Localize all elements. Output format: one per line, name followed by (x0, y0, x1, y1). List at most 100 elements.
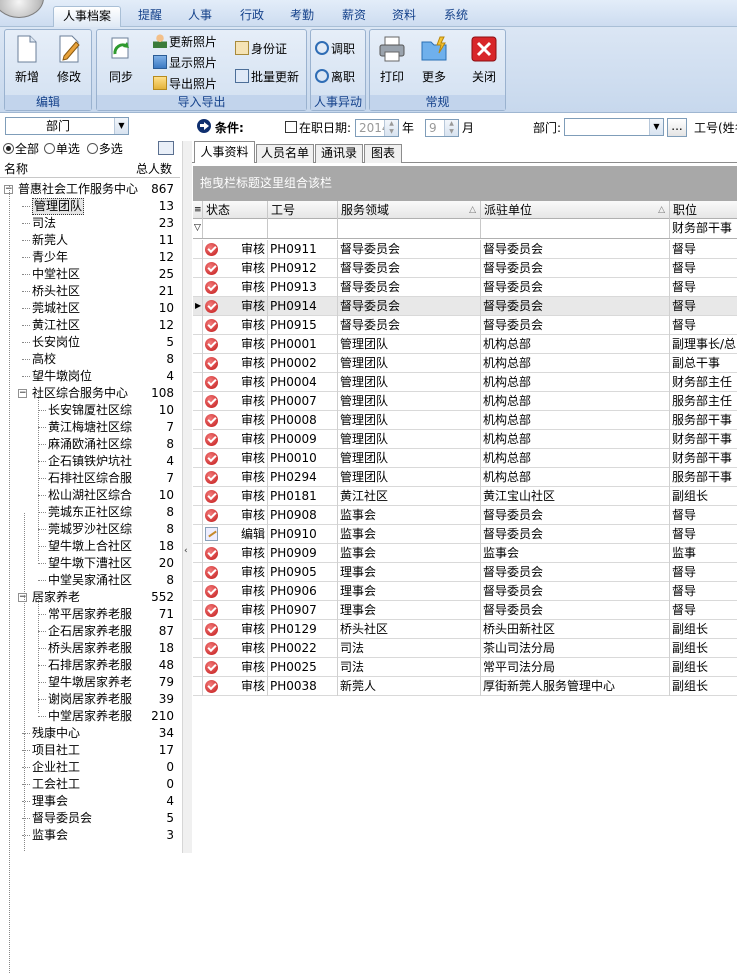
tree-node[interactable]: 望牛墩上合社区 18 (0, 538, 178, 555)
resign-button[interactable]: 离职 (315, 68, 355, 87)
table-row[interactable]: 审核 PH0129 桥头社区 桥头田新社区 副组长 (193, 620, 737, 639)
close-button[interactable]: 关闭 (464, 34, 504, 92)
tree-node[interactable]: 普惠社会工作服务中心 867− (0, 181, 178, 198)
tree-node[interactable]: 桥头居家养老服 18 (0, 640, 178, 657)
tree-node[interactable]: 谢岗居家养老服 39 (0, 691, 178, 708)
tree-node[interactable]: 中堂吴家涌社区 8 (0, 572, 178, 589)
table-row[interactable]: 审核 PH0294 管理团队 机构总部 服务部干事 (193, 468, 737, 487)
show-photo-button[interactable]: 显示照片 (153, 54, 217, 73)
tree-node[interactable]: 莞城罗沙社区综 8 (0, 521, 178, 538)
tree-node[interactable]: 桥头社区 21 (0, 283, 178, 300)
tree-node[interactable]: 石排居家养老服 48 (0, 657, 178, 674)
print-button[interactable]: 打印 (372, 34, 412, 92)
menu-tab-5[interactable]: 薪资 (332, 6, 376, 27)
tree-node[interactable]: 企业社工 0 (0, 759, 178, 776)
tree-node[interactable]: 督导委员会 5 (0, 810, 178, 827)
table-row[interactable]: 审核 PH0025 司法 常平司法分局 副组长 (193, 658, 737, 677)
transfer-button[interactable]: 调职 (315, 40, 355, 59)
tab-personnel[interactable]: 人事资料 (194, 141, 255, 163)
dept-select[interactable]: ▼ (564, 118, 664, 136)
more-button[interactable]: 更多 (414, 34, 454, 92)
tree-node[interactable]: 理事会 4 (0, 793, 178, 810)
tab-roster[interactable]: 人员名单 (256, 144, 314, 163)
table-row[interactable]: 审核 PH0004 管理团队 机构总部 财务部主任 (193, 373, 737, 392)
tree-node[interactable]: 望牛墩居家养老 79 (0, 674, 178, 691)
column-chooser-icon[interactable]: ≡ (193, 201, 203, 219)
radio-all[interactable] (3, 143, 14, 154)
app-orb-button[interactable] (0, 0, 44, 18)
tree-node[interactable]: 司法 23 (0, 215, 178, 232)
dept-combo[interactable]: 部门 ▼ (5, 117, 129, 135)
col-unit[interactable]: 派驻单位 △ (481, 201, 670, 219)
table-row[interactable]: 审核 PH0905 理事会 督导委员会 督导 (193, 563, 737, 582)
table-row[interactable]: 审核 PH0008 管理团队 机构总部 服务部干事 (193, 411, 737, 430)
tree-node[interactable]: 常平居家养老服 71 (0, 606, 178, 623)
tree-node[interactable]: 黄江梅塘社区综 7 (0, 419, 178, 436)
col-id[interactable]: 工号 (268, 201, 338, 219)
tree-options-icon[interactable] (158, 141, 174, 155)
collapse-toggle-icon[interactable]: − (18, 593, 27, 602)
table-row[interactable]: 审核 PH0909 监事会 监事会 监事 (193, 544, 737, 563)
filter-field[interactable] (338, 219, 481, 238)
table-row[interactable]: 编辑 PH0910 监事会 督导委员会 督导 (193, 525, 737, 544)
tree-node[interactable]: 望牛墩下漕社区 20 (0, 555, 178, 572)
tree-node[interactable]: 残康中心 34 (0, 725, 178, 742)
tree-node[interactable]: 石排社区综合服 7 (0, 470, 178, 487)
collapse-arrow-icon[interactable]: ‹ (184, 546, 188, 556)
tree-node[interactable]: 长安锦厦社区综 10 (0, 402, 178, 419)
tree-node[interactable]: 新莞人 11 (0, 232, 178, 249)
on-duty-checkbox[interactable] (285, 121, 297, 133)
tab-charts[interactable]: 图表 (364, 144, 402, 163)
table-row[interactable]: 审核 PH0911 督导委员会 督导委员会 督导 (193, 240, 737, 259)
table-row[interactable]: 审核 PH0907 理事会 督导委员会 督导 (193, 601, 737, 620)
filter-id[interactable] (268, 219, 338, 238)
tree-node[interactable]: 企石居家养老服 87 (0, 623, 178, 640)
tree-node[interactable]: 监事会 3 (0, 827, 178, 844)
tree-node[interactable]: 社区综合服务中心 108 − (0, 385, 178, 402)
tree-node[interactable]: 长安岗位 5 (0, 334, 178, 351)
update-photo-button[interactable]: 更新照片 (153, 33, 217, 52)
tab-contacts[interactable]: 通讯录 (315, 144, 363, 163)
tree-node[interactable]: 管理团队 13 (0, 198, 178, 215)
tree-node[interactable]: 居家养老 552 − (0, 589, 178, 606)
batch-update-button[interactable]: 批量更新 (235, 68, 299, 87)
sync-button[interactable]: 同步 (101, 34, 141, 92)
tree-node[interactable]: 中堂社区 25 (0, 266, 178, 283)
tree-node[interactable]: 中堂居家养老服 210 (0, 708, 178, 725)
tree-node[interactable]: 企石镇铁炉坑社 4 (0, 453, 178, 470)
tree-node[interactable]: 望牛墩岗位 4 (0, 368, 178, 385)
menu-tab-2[interactable]: 人事 (178, 6, 222, 27)
tree-node[interactable]: 莞城东正社区综 8 (0, 504, 178, 521)
group-by-panel[interactable]: 拖曳栏标题这里组合该栏 (193, 166, 737, 201)
filter-unit[interactable] (481, 219, 670, 238)
new-button[interactable]: 新增 (7, 34, 47, 92)
menu-tab-4[interactable]: 考勤 (280, 6, 324, 27)
menu-tab-3[interactable]: 行政 (230, 6, 274, 27)
menu-tab-1[interactable]: 提醒 (128, 6, 172, 27)
radio-multi[interactable] (86, 143, 98, 154)
table-row[interactable]: 审核 PH0908 监事会 督导委员会 督导 (193, 506, 737, 525)
collapse-toggle-icon[interactable]: − (18, 389, 27, 398)
table-row[interactable]: 审核 PH0906 理事会 督导委员会 督导 (193, 582, 737, 601)
tree-node[interactable]: 高校 8 (0, 351, 178, 368)
filter-icon[interactable]: ▽ (193, 219, 203, 238)
tree-node[interactable]: 松山湖社区综合 10 (0, 487, 178, 504)
tree-node[interactable]: 项目社工 17 (0, 742, 178, 759)
filter-position[interactable]: 财务部干事 (670, 219, 737, 238)
col-status[interactable]: 状态 (203, 201, 268, 219)
col-field[interactable]: 服务领域 △ (338, 201, 481, 219)
col-position[interactable]: 职位 (670, 201, 737, 219)
menu-tab-0[interactable]: 人事档案 (53, 6, 121, 27)
table-row[interactable]: 审核 PH0010 管理团队 机构总部 财务部干事 (193, 449, 737, 468)
table-row[interactable]: 审核 PH0915 督导委员会 督导委员会 督导 (193, 316, 737, 335)
table-row[interactable]: 审核 PH0022 司法 茶山司法分局 副组长 (193, 639, 737, 658)
tree-node[interactable]: 莞城社区 10 (0, 300, 178, 317)
pane-splitter[interactable]: ‹ (182, 141, 192, 853)
tree-node[interactable]: 黄江社区 12 (0, 317, 178, 334)
menu-tab-7[interactable]: 系统 (434, 6, 478, 27)
table-row[interactable]: 审核 PH0009 管理团队 机构总部 财务部干事 (193, 430, 737, 449)
id-card-button[interactable]: 身份证 (235, 40, 287, 59)
table-row[interactable]: 审核 PH0181 黄江社区 黄江宝山社区 副组长 (193, 487, 737, 506)
radio-single[interactable] (43, 143, 55, 154)
table-row[interactable]: ▶ 审核 PH0914 督导委员会 督导委员会 督导 (193, 297, 737, 316)
